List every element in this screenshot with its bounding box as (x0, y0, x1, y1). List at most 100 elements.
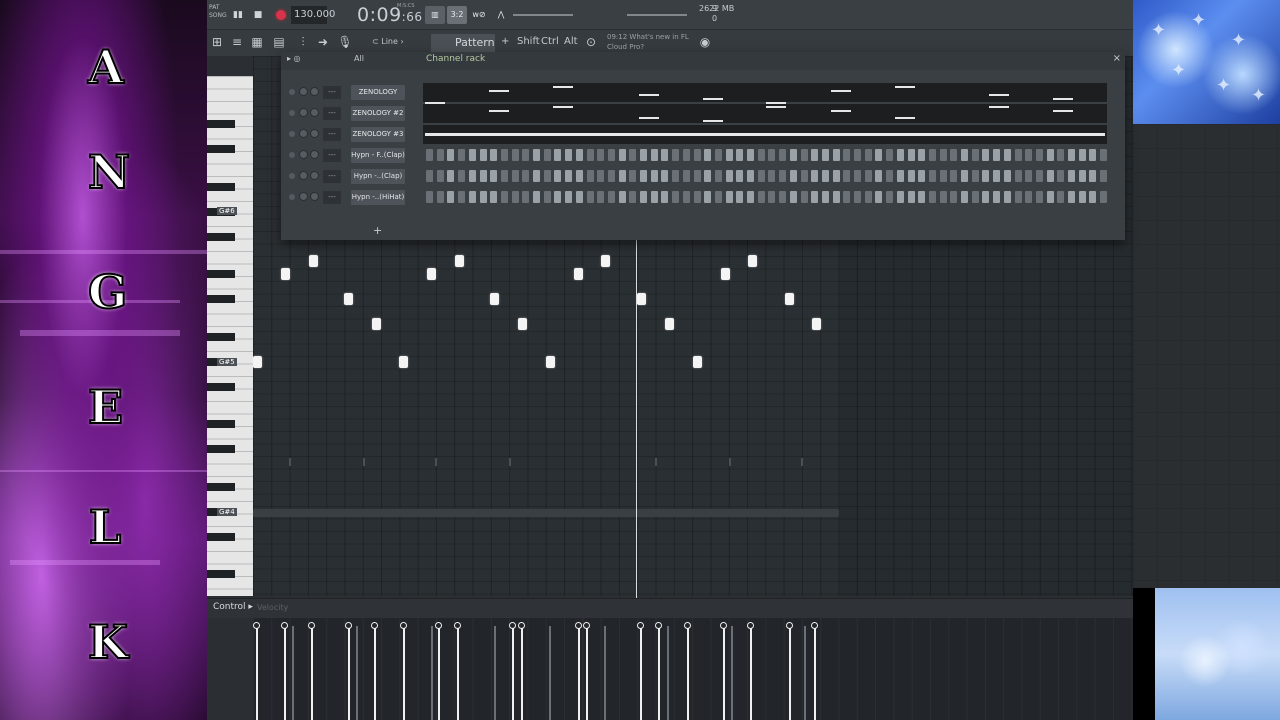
velocity-handle[interactable] (371, 622, 378, 629)
step-button[interactable] (565, 149, 573, 161)
step-button[interactable] (586, 149, 594, 161)
step-button[interactable] (565, 170, 573, 182)
step-button[interactable] (789, 149, 797, 161)
mixer-track[interactable]: --- (323, 170, 341, 183)
velocity-bar[interactable] (723, 626, 725, 720)
step-button[interactable] (854, 170, 861, 182)
step-button[interactable] (1089, 149, 1097, 161)
volume-knob[interactable] (310, 192, 319, 201)
velocity-bar[interactable] (804, 626, 806, 720)
channel-led[interactable] (289, 194, 295, 200)
black-key[interactable] (207, 445, 235, 453)
step-button[interactable] (650, 170, 658, 182)
step-button[interactable] (757, 170, 765, 182)
channel-row[interactable]: --- ZENOLOGY #2 (285, 104, 1121, 123)
news-hint[interactable]: 09:12 What's new in FL Cloud Pro? (607, 32, 689, 52)
step-button[interactable] (554, 191, 562, 203)
step-button[interactable] (650, 149, 658, 161)
step-button[interactable] (971, 191, 979, 203)
black-key[interactable] (207, 333, 235, 341)
step-button[interactable] (490, 149, 498, 161)
step-button[interactable] (426, 191, 433, 203)
song-mode[interactable]: SONG (209, 12, 227, 20)
pattern-selector[interactable]: Pattern 1 (431, 34, 495, 67)
step-button[interactable] (1025, 191, 1033, 203)
channel-row[interactable]: --- Hypn -..(HiHat) (285, 188, 1121, 207)
step-button[interactable] (961, 191, 968, 203)
step-button[interactable] (1035, 170, 1043, 182)
step-button[interactable] (950, 191, 958, 203)
velocity-handle[interactable] (684, 622, 691, 629)
channel-led[interactable] (289, 152, 295, 158)
step-button[interactable] (511, 170, 519, 182)
step-button[interactable] (693, 149, 701, 161)
step-button[interactable] (896, 149, 904, 161)
step-button[interactable] (896, 191, 904, 203)
step-button[interactable] (597, 191, 605, 203)
step-button[interactable] (1057, 149, 1065, 161)
step-sequencer[interactable] (423, 167, 1108, 186)
step-button[interactable] (971, 149, 979, 161)
step-button[interactable] (693, 170, 701, 182)
channel-rack-header[interactable]: ▸ ◎ All Channel rack × (281, 52, 1125, 70)
step-button[interactable] (479, 170, 487, 182)
step-button[interactable] (1014, 170, 1022, 182)
step-button[interactable] (458, 149, 466, 161)
channel-name-button[interactable]: ZENOLOGY #3 (351, 127, 405, 142)
velocity-handle[interactable] (253, 622, 260, 629)
step-button[interactable] (854, 149, 861, 161)
velocity-handle[interactable] (637, 622, 644, 629)
velocity-bar[interactable] (667, 626, 669, 720)
step-button[interactable] (939, 149, 947, 161)
channel-name-button[interactable]: Hypn -..(Clap) (351, 169, 405, 184)
mixer-icon[interactable]: ⫶ (295, 34, 311, 50)
velocity-bar[interactable] (750, 626, 752, 720)
step-button[interactable] (1068, 191, 1075, 203)
step-button[interactable] (618, 149, 626, 161)
step-button[interactable] (1035, 191, 1043, 203)
step-button[interactable] (768, 149, 776, 161)
step-button[interactable] (1057, 170, 1065, 182)
velocity-handle[interactable] (720, 622, 727, 629)
channel-led[interactable] (289, 131, 295, 137)
step-button[interactable] (554, 170, 562, 182)
step-button[interactable] (982, 149, 990, 161)
step-button[interactable] (747, 191, 754, 203)
note[interactable] (665, 318, 674, 330)
channel-led[interactable] (289, 110, 295, 116)
note[interactable] (281, 268, 290, 280)
step-button[interactable] (1068, 170, 1075, 182)
step-button[interactable] (982, 191, 990, 203)
note[interactable] (574, 268, 583, 280)
pattern-preview[interactable] (423, 83, 1107, 104)
step-button[interactable] (436, 149, 444, 161)
metronome-icon[interactable]: ▥ (425, 6, 445, 24)
step-button[interactable] (447, 170, 455, 182)
step-button[interactable] (543, 149, 551, 161)
step-button[interactable] (918, 191, 926, 203)
close-icon[interactable]: × (1113, 53, 1121, 64)
step-button[interactable] (607, 170, 615, 182)
step-button[interactable] (597, 149, 605, 161)
step-button[interactable] (490, 191, 498, 203)
velocity-handle[interactable] (509, 622, 516, 629)
step-button[interactable] (1003, 170, 1011, 182)
channel-name-button[interactable]: ZENOLOGY #2 (351, 106, 405, 121)
black-key[interactable] (207, 570, 235, 578)
step-button[interactable] (747, 170, 754, 182)
step-button[interactable] (468, 191, 476, 203)
step-button[interactable] (1025, 170, 1033, 182)
step-button[interactable] (1057, 191, 1065, 203)
step-button[interactable] (1035, 149, 1043, 161)
arrow-icon[interactable]: ➜ (315, 34, 331, 50)
step-button[interactable] (672, 170, 680, 182)
step-button[interactable] (982, 170, 990, 182)
ctrl-key[interactable]: Ctrl (541, 36, 559, 47)
velocity-bar[interactable] (731, 626, 733, 720)
velocity-handle[interactable] (454, 622, 461, 629)
velocity-bar[interactable] (311, 626, 313, 720)
step-button[interactable] (511, 149, 519, 161)
step-button[interactable] (629, 149, 637, 161)
step-button[interactable] (918, 170, 926, 182)
velocity-bar[interactable] (789, 626, 791, 720)
